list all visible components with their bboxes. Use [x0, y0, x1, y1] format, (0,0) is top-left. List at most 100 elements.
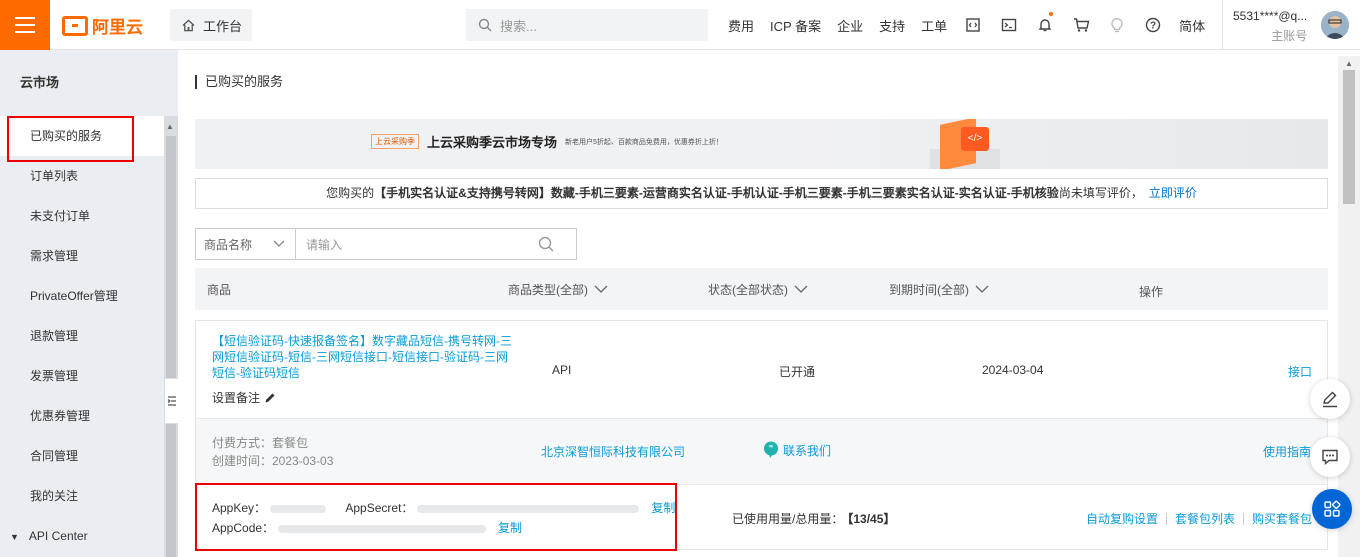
api-center-label: API Center: [28, 529, 88, 543]
set-memo-button[interactable]: 设置备注: [212, 389, 276, 406]
chat-support-button[interactable]: [1310, 437, 1350, 477]
bell-icon[interactable]: [1027, 0, 1063, 50]
appkey-label: AppKey：: [212, 501, 267, 515]
sidebar-item-refund[interactable]: 退款管理: [0, 316, 164, 356]
order-main-row: 【短信验证码-快速报备签名】数字藏品短信-携号转网-三网短信验证码-短信-三网短…: [196, 321, 1327, 418]
contact-us-link[interactable]: " 联系我们: [763, 441, 831, 459]
scroll-up-arrow-icon[interactable]: ▲: [1345, 59, 1353, 68]
usage-info: 已使用用量/总用量： 【13/45】: [732, 510, 895, 527]
copy-appcode-button[interactable]: 复制: [498, 521, 522, 535]
edit-feedback-button[interactable]: [1310, 379, 1350, 419]
filter-select-label: 商品名称: [204, 237, 253, 252]
top-nav-links: 费用 ICP 备案 企业 支持 工单 ? 简体: [720, 0, 1213, 50]
order-credentials-row: AppKey： AppSecret： 复制 AppCode： 复制 已使用用量/总用…: [196, 484, 1327, 550]
workbench-button[interactable]: 工作台: [170, 9, 252, 41]
avatar[interactable]: [1321, 11, 1349, 39]
memo-label: 设置备注: [212, 391, 261, 405]
buy-package-link[interactable]: 购买套餐包: [1252, 510, 1312, 527]
product-type: API: [552, 363, 572, 377]
nav-support[interactable]: 支持: [879, 16, 905, 35]
sidebar-item-purchased-services[interactable]: 已购买的服务: [0, 116, 164, 156]
page-scrollbar-thumb[interactable]: [1343, 70, 1355, 204]
sidebar-item-invoice[interactable]: 发票管理: [0, 356, 164, 396]
workbench-label: 工作台: [203, 18, 243, 34]
menu-toggle-button[interactable]: [0, 0, 50, 50]
global-search-input[interactable]: 搜索...: [466, 9, 708, 41]
banner-tag: 上云采购季: [371, 134, 419, 149]
main-content: 已购买的服务 上云采购季 上云采购季云市场专场 新老用户5折起、百款商品免费用，…: [178, 50, 1360, 557]
promo-banner[interactable]: 上云采购季 上云采购季云市场专场 新老用户5折起、百款商品免费用，优惠券折上折！…: [195, 119, 1328, 169]
created-time: 创建时间：2023-03-03: [212, 454, 334, 468]
sidebar-item-api-center[interactable]: ▼ API Center: [0, 516, 164, 556]
svg-text:?: ?: [1150, 21, 1156, 32]
sidebar-item-contract[interactable]: 合同管理: [0, 436, 164, 476]
help-icon[interactable]: ?: [1135, 0, 1171, 50]
order-card: 【短信验证码-快速报备签名】数字藏品短信-携号转网-三网短信验证码-短信-三网短…: [195, 320, 1328, 550]
vendor-link[interactable]: 北京深智恒际科技有限公司: [541, 443, 685, 460]
page-scrollbar[interactable]: ▲: [1338, 56, 1360, 557]
filter-search-input[interactable]: 请输入: [296, 229, 576, 259]
usage-label: 已使用用量/总用量：: [732, 512, 844, 526]
search-icon[interactable]: [538, 236, 554, 252]
sidebar-item-coupon[interactable]: 优惠券管理: [0, 396, 164, 436]
sidebar-item-demand[interactable]: 需求管理: [0, 236, 164, 276]
sidebar-item-unpaid-orders[interactable]: 未支付订单: [0, 196, 164, 236]
filter-field-select[interactable]: 商品名称: [196, 229, 296, 259]
payment-method: 付费方式：套餐包: [212, 436, 309, 450]
col-product: 商品: [207, 281, 231, 298]
product-name-link[interactable]: 【短信验证码-快速报备签名】数字藏品短信-携号转网-三网短信验证码-短信-三网短…: [212, 333, 517, 381]
col-type-filter[interactable]: 商品类型(全部): [508, 281, 608, 298]
auto-renew-settings-link[interactable]: 自动复购设置: [1086, 510, 1158, 527]
expiry-date: 2024-03-04: [982, 363, 1044, 377]
sidebar-collapse-button[interactable]: [165, 378, 179, 424]
home-icon: [182, 19, 195, 31]
pen-icon: [1323, 391, 1337, 408]
appsecret-label: AppSecret：: [345, 501, 414, 515]
scroll-up-arrow-icon[interactable]: ▲: [166, 122, 174, 131]
nav-ticket[interactable]: 工单: [921, 16, 947, 35]
code-icon[interactable]: [955, 0, 991, 50]
col-status-filter[interactable]: 状态(全部状态): [708, 281, 808, 298]
nav-enterprise[interactable]: 企业: [837, 16, 863, 35]
nav-billing[interactable]: 费用: [728, 16, 754, 35]
svg-text:": ": [769, 444, 773, 454]
chat-icon: [1322, 449, 1338, 466]
api-interface-link[interactable]: 接口: [1288, 363, 1312, 380]
banner-subline: 新老用户5折起、百款商品免费用，优惠券折上折！: [565, 138, 723, 146]
sidebar-title: 云市场: [20, 75, 60, 90]
account-menu[interactable]: 5531****@q... 主账号: [1222, 0, 1307, 50]
notice-suffix: 尚未填写评价，: [1058, 186, 1143, 200]
nav-icp[interactable]: ICP 备案: [770, 16, 821, 35]
account-role: 主账号: [1271, 29, 1308, 43]
copy-appsecret-button[interactable]: 复制: [651, 501, 675, 515]
language-switch[interactable]: 简体: [1179, 16, 1205, 35]
sidebar-item-following[interactable]: 我的关注: [0, 476, 164, 516]
review-notice: 您购买的【手机实名认证&支持携号转网】数藏-手机三要素-运营商实名认证-手机认证…: [195, 178, 1328, 209]
appsecret-value-redacted: [417, 504, 640, 513]
lightbulb-icon[interactable]: [1099, 0, 1135, 50]
chevron-down-icon: [975, 285, 989, 293]
terminal-icon[interactable]: [991, 0, 1027, 50]
chevron-down-icon: [594, 285, 608, 293]
sidebar-item-orders[interactable]: 订单列表: [0, 156, 164, 196]
table-header: 商品 商品类型(全部) 状态(全部状态) 到期时间(全部) 操作: [195, 268, 1328, 310]
col-expiry-filter[interactable]: 到期时间(全部): [889, 281, 989, 298]
collapse-icon: [167, 396, 176, 406]
review-now-link[interactable]: 立即评价: [1149, 186, 1197, 200]
sidebar-menu: 已购买的服务 订单列表 未支付订单 需求管理 PrivateOffer管理 退款…: [0, 116, 164, 556]
pencil-icon: [265, 393, 275, 402]
apps-grid-button[interactable]: [1312, 489, 1352, 529]
sidebar-item-private-offer[interactable]: PrivateOffer管理: [0, 276, 164, 316]
top-navigation-bar: 阿里云 工作台 搜索... 费用 ICP 备案 企业 支持 工单 ? 简体 55…: [0, 0, 1360, 50]
cart-icon[interactable]: [1063, 0, 1099, 50]
sidebar-scrollbar-thumb[interactable]: [166, 136, 176, 557]
page-title: 已购买的服务: [195, 75, 283, 89]
banner-headline: 上云采购季云市场专场: [427, 135, 558, 150]
aliyun-logo[interactable]: 阿里云: [62, 13, 143, 38]
contact-label: 联系我们: [783, 443, 832, 458]
col-product-label: 商品: [207, 283, 232, 297]
package-list-link[interactable]: 套餐包列表: [1175, 510, 1235, 527]
notification-dot: [1049, 12, 1054, 16]
usage-guide-link[interactable]: 使用指南: [1263, 443, 1311, 460]
grid-apps-icon: [1324, 500, 1341, 517]
